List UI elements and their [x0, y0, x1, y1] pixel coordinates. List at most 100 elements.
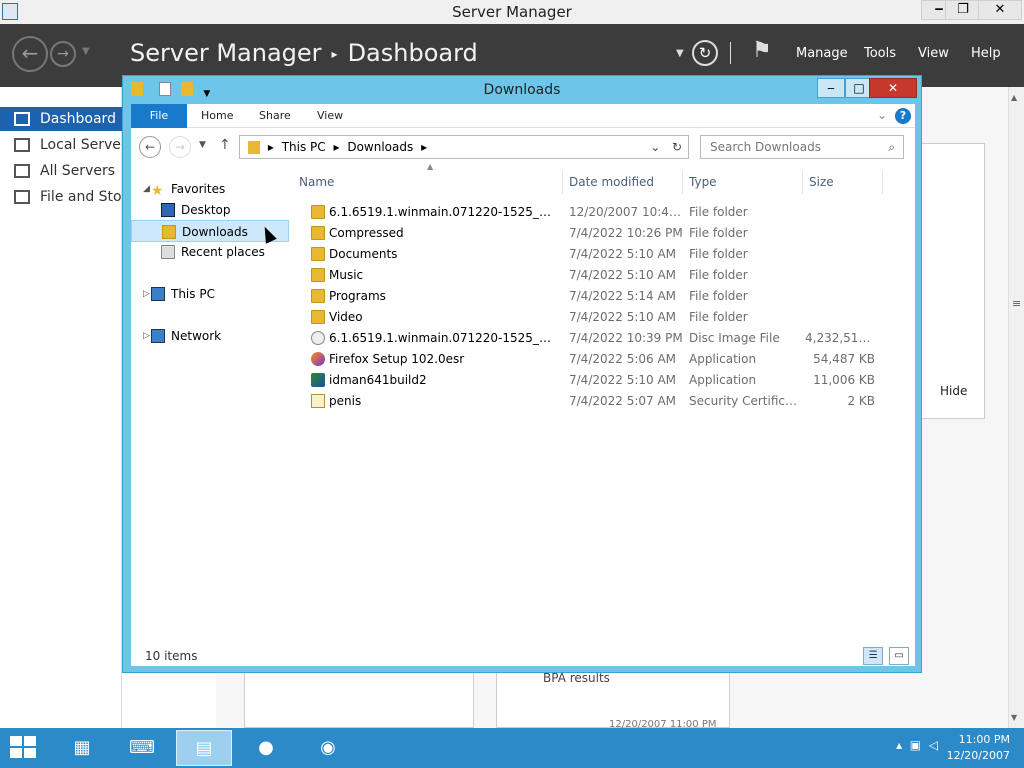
- back-icon[interactable]: ←: [139, 136, 161, 158]
- table-row[interactable]: Documents 7/4/2022 5:10 AM File folder: [293, 244, 893, 265]
- address-bar[interactable]: ▸ This PC ▸ Downloads ▸ ⌄ ↻: [239, 135, 689, 159]
- recent-locations-icon[interactable]: ▼: [199, 140, 206, 150]
- file-date: 12/20/2007 10:43 ...: [569, 205, 687, 219]
- network-tray-icon[interactable]: ▣: [910, 738, 921, 752]
- cert-icon: [311, 394, 325, 408]
- server-manager-taskbar-icon[interactable]: ▦: [54, 730, 110, 766]
- nav-label: Downloads: [182, 225, 248, 239]
- nav-label: Recent places: [181, 245, 265, 259]
- properties-icon[interactable]: [159, 82, 172, 96]
- close-button[interactable]: ✕: [978, 0, 1022, 20]
- notifications-flag-icon[interactable]: ⚑: [752, 38, 772, 63]
- bpa-results-label[interactable]: BPA results: [543, 671, 610, 685]
- tab-view[interactable]: View: [303, 104, 357, 128]
- sidebar-item-file-storage[interactable]: File and Storage Services: [0, 185, 122, 209]
- breadcrumb-separator-icon: ▸: [331, 47, 338, 61]
- address-history-icon[interactable]: ⌄: [650, 140, 660, 154]
- scroll-up-icon[interactable]: ▲: [1011, 93, 1017, 102]
- tab-home[interactable]: Home: [187, 104, 247, 128]
- breadcrumb-this-pc[interactable]: This PC: [282, 140, 326, 154]
- expand-ribbon-icon[interactable]: ⌄: [877, 108, 887, 122]
- help-icon[interactable]: ?: [895, 108, 911, 124]
- clock-date: 12/20/2007: [946, 749, 1010, 762]
- up-icon[interactable]: ↑: [219, 137, 231, 153]
- breadcrumb-downloads[interactable]: Downloads: [347, 140, 413, 154]
- server-icon: [14, 138, 30, 152]
- table-row[interactable]: Music 7/4/2022 5:10 AM File folder: [293, 265, 893, 286]
- search-icon[interactable]: ⌕: [888, 136, 895, 158]
- column-type[interactable]: Type: [683, 170, 803, 194]
- collapsed-arrow-icon[interactable]: ▷: [143, 325, 150, 347]
- powershell-taskbar-icon[interactable]: ⌨: [114, 730, 170, 766]
- heading-app: Server Manager: [130, 39, 322, 67]
- start-button[interactable]: [10, 736, 38, 760]
- column-date-modified[interactable]: Date modified: [563, 170, 683, 194]
- collapsed-arrow-icon[interactable]: ▷: [143, 283, 150, 305]
- file-type: File folder: [689, 310, 748, 324]
- search-box[interactable]: Search Downloads ⌕: [700, 135, 904, 159]
- menu-tools[interactable]: Tools: [864, 46, 896, 61]
- customize-toolbar-icon[interactable]: ▼: [203, 89, 210, 99]
- hide-link[interactable]: Hide: [940, 384, 967, 398]
- refresh-icon[interactable]: ↻: [672, 140, 682, 154]
- nav-label: Favorites: [171, 182, 226, 196]
- show-hidden-icons-icon[interactable]: ▴: [896, 738, 902, 752]
- tab-file[interactable]: File: [131, 104, 187, 128]
- forward-icon[interactable]: →: [169, 136, 191, 158]
- nav-desktop[interactable]: Desktop: [131, 199, 289, 221]
- volume-muted-icon[interactable]: ◁: [929, 738, 938, 752]
- breadcrumb-separator-icon[interactable]: ▸: [421, 140, 427, 154]
- table-row[interactable]: Compressed 7/4/2022 10:26 PM File folder: [293, 223, 893, 244]
- table-row[interactable]: Programs 7/4/2022 5:14 AM File folder: [293, 286, 893, 307]
- details-view-icon[interactable]: ☰: [863, 647, 884, 665]
- expanded-arrow-icon[interactable]: ◢: [143, 178, 150, 200]
- table-row[interactable]: idman641build2 7/4/2022 5:10 AM Applicatio…: [293, 370, 893, 391]
- table-row[interactable]: 6.1.6519.1.winmain.071220-1525_amd64fr..…: [293, 328, 893, 349]
- restore-button[interactable]: ❐: [945, 0, 981, 20]
- back-arrow-icon[interactable]: ←: [12, 36, 48, 72]
- history-dropdown-icon[interactable]: ▼: [82, 46, 90, 57]
- file-type: File folder: [689, 205, 748, 219]
- table-row[interactable]: penis 7/4/2022 5:07 AM Security Certificat…: [293, 391, 893, 412]
- nav-this-pc[interactable]: ▷ This PC: [131, 283, 289, 305]
- file-name: 6.1.6519.1.winmain.071220-1525_amd64fr..…: [329, 205, 557, 219]
- idm-taskbar-icon[interactable]: ◉: [300, 730, 356, 766]
- sidebar-item-dashboard[interactable]: Dashboard: [0, 107, 122, 131]
- explorer-close-button[interactable]: ✕: [869, 78, 917, 98]
- table-row[interactable]: Video 7/4/2022 5:10 AM File folder: [293, 307, 893, 328]
- taskbar: ▦ ⌨ ▤ ● ◉ ▴ ▣ ◁ 11:00 PM 12/20/2007: [0, 728, 1024, 768]
- firefox-taskbar-icon[interactable]: ●: [238, 730, 294, 766]
- refresh-icon[interactable]: ↻: [692, 40, 718, 66]
- scroll-down-icon[interactable]: ▼: [1011, 713, 1017, 722]
- nav-favorites[interactable]: ◢ ★ Favorites: [131, 178, 289, 200]
- menu-help[interactable]: Help: [971, 46, 1001, 61]
- file-name: 6.1.6519.1.winmain.071220-1525_amd64fr..…: [329, 331, 557, 345]
- bpa-area: BPA results 12/20/2007 11:00 PM: [216, 671, 922, 730]
- file-date: 7/4/2022 5:10 AM: [569, 247, 677, 261]
- table-row[interactable]: Firefox Setup 102.0esr 7/4/2022 5:06 AM Ap…: [293, 349, 893, 370]
- breadcrumb-separator-icon[interactable]: ▸: [333, 140, 339, 154]
- new-folder-icon[interactable]: [181, 82, 194, 96]
- nav-network[interactable]: ▷ Network: [131, 325, 289, 347]
- menu-manage[interactable]: Manage: [796, 46, 848, 61]
- table-row[interactable]: 6.1.6519.1.winmain.071220-1525_amd64fr..…: [293, 202, 893, 223]
- file-explorer-taskbar-icon[interactable]: ▤: [176, 730, 232, 766]
- menu-view[interactable]: View: [918, 46, 949, 61]
- nav-recent-places[interactable]: Recent places: [131, 241, 289, 263]
- page-title: Server Manager ▸ Dashboard: [130, 39, 478, 67]
- dropdown-arrow-icon[interactable]: ▼: [676, 48, 684, 59]
- explorer-minimize-button[interactable]: ‒: [817, 78, 845, 98]
- file-name: Firefox Setup 102.0esr: [329, 352, 465, 366]
- sidebar-item-all-servers[interactable]: All Servers: [0, 159, 122, 183]
- forward-arrow-icon[interactable]: →: [50, 41, 76, 67]
- clock[interactable]: 11:00 PM 12/20/2007: [947, 732, 1010, 764]
- scroll-grip-icon[interactable]: ≡: [1012, 297, 1021, 310]
- sidebar-item-local-server[interactable]: Local Server: [0, 133, 122, 157]
- column-size[interactable]: Size: [803, 170, 883, 194]
- column-name[interactable]: Name: [293, 170, 563, 194]
- large-icons-view-icon[interactable]: ▭: [889, 647, 909, 665]
- tab-share[interactable]: Share: [245, 104, 305, 128]
- breadcrumb-separator-icon[interactable]: ▸: [268, 140, 274, 154]
- dashboard-scrollbar[interactable]: ▲ ≡ ▼: [1008, 87, 1024, 728]
- server-manager-titlebar: Server Manager ‒ ❐ ✕: [0, 0, 1024, 24]
